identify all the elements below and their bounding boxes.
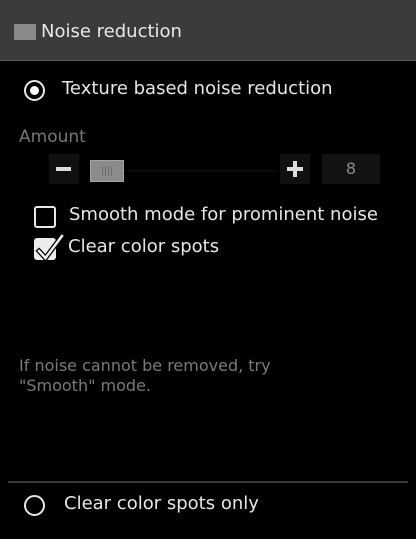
spots-only-label: Clear color spots only	[64, 493, 259, 514]
clear-color-spots-checkbox[interactable]	[34, 232, 66, 262]
plus-icon-vertical-bar	[293, 161, 297, 177]
amount-increase-button[interactable]	[280, 154, 310, 184]
spots-only-radio-button[interactable]	[24, 495, 45, 516]
amount-slider-row: 8	[0, 152, 416, 186]
panel-title: Noise reduction	[41, 21, 182, 42]
panel-title-bar[interactable]: Noise reduction	[0, 0, 416, 61]
amount-decrease-button[interactable]	[49, 154, 79, 184]
radio-selected-dot-icon	[30, 86, 39, 95]
texture-option-label: Texture based noise reduction	[62, 78, 333, 99]
checkmark-icon	[35, 232, 66, 262]
clear-color-spots-label: Clear color spots	[68, 236, 220, 257]
texture-radio-button[interactable]	[24, 80, 45, 101]
noise-reduction-panel: Noise reduction Texture based noise redu…	[0, 0, 416, 539]
section-divider	[8, 481, 408, 483]
panel-swatch-icon	[14, 24, 36, 40]
smooth-mode-checkbox[interactable]	[34, 206, 56, 228]
amount-slider-thumb[interactable]	[90, 160, 124, 182]
hint-text: If noise cannot be removed, try "Smooth"…	[19, 356, 271, 395]
minus-icon	[56, 167, 71, 171]
amount-value-field[interactable]: 8	[322, 154, 380, 184]
smooth-mode-label: Smooth mode for prominent noise	[69, 204, 378, 225]
amount-label: Amount	[19, 127, 86, 147]
